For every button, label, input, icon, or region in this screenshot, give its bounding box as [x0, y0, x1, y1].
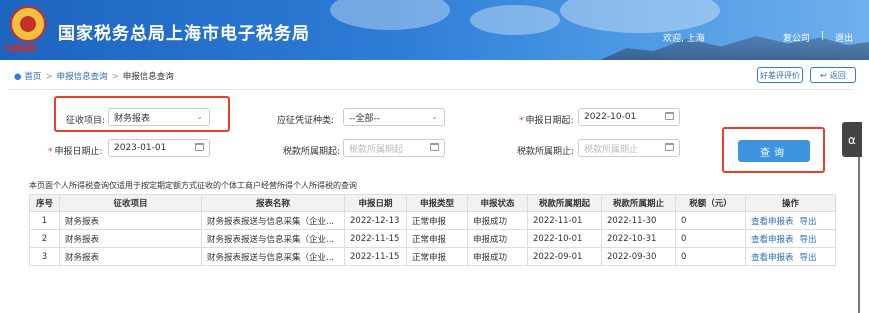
cell-item: 财务报表 [59, 229, 202, 248]
cell-report: 财务报表报送与信息采集（企业... [201, 229, 345, 248]
breadcrumb-declare-query[interactable]: 申报信息查询 [57, 72, 108, 82]
calendar-icon [195, 143, 204, 151]
rating-button[interactable]: 好差评评价 [757, 67, 803, 83]
col-header-period-end: 税款所属期止 [601, 194, 676, 212]
tax-period-end-input[interactable]: 税款所属期止 [578, 139, 680, 157]
declare-start-input[interactable]: 2022-10-01 [578, 108, 680, 126]
declare-start-value: 2022-10-01 [584, 112, 637, 122]
site-header: 中國稅務 国家税务总局上海市电子税务局 欢迎, 上海 复公司 | 退出 [0, 0, 869, 60]
col-header-type: 申报类型 [406, 194, 468, 212]
col-header-no: 序号 [29, 194, 60, 212]
view-report-link[interactable]: 查看申报表 [751, 217, 794, 227]
cell-report: 财务报表报送与信息采集（企业... [201, 211, 345, 230]
logout-link[interactable]: 退出 [835, 31, 853, 44]
declare-end-input[interactable]: 2023-01-01 [108, 139, 210, 157]
location-pin-icon: ● [14, 72, 22, 82]
tax-period-end-placeholder: 税款所属期止 [584, 144, 639, 155]
tax-period-end-label: 税款所属期止: [517, 147, 575, 157]
back-button[interactable]: ↩ 返回 [810, 67, 856, 83]
export-link[interactable]: 导出 [800, 217, 817, 227]
highlight-box-collect-item [54, 96, 230, 132]
tax-emblem-logo [10, 6, 46, 42]
great-wall-decoration [600, 36, 869, 60]
cell-actions: 查看申报表 导出 [745, 247, 836, 266]
back-arrow-icon: ↩ [820, 70, 827, 80]
cell-period-end: 2022-11-30 [601, 211, 676, 230]
voucher-type-label: 应征凭证种类: [277, 116, 335, 126]
company-link[interactable]: 复公司 [783, 31, 810, 44]
cell-item: 财务报表 [59, 247, 202, 266]
col-header-report: 报表名称 [201, 194, 345, 212]
cell-period-start: 2022-09-01 [527, 247, 602, 266]
tax-period-start-input[interactable]: 税款所属期起 [343, 139, 445, 157]
site-title: 国家税务总局上海市电子税务局 [58, 24, 310, 44]
query-note: 本页面个人所得税查询仅适用于按定期定额方式征收的个体工商户经营所得个人所得税的查… [29, 181, 357, 190]
back-button-label: 返回 [829, 70, 846, 80]
col-header-amount: 税额（元） [675, 194, 746, 212]
declare-start-label-text: 申报日期起: [525, 116, 574, 126]
breadcrumb-separator: > [45, 72, 53, 82]
cell-no: 3 [29, 247, 60, 266]
headset-icon[interactable]: ⍺ [842, 122, 862, 157]
cell-report: 财务报表报送与信息采集（企业... [201, 247, 345, 266]
cell-period-end: 2022-10-31 [601, 229, 676, 248]
table-row: 1 财务报表 财务报表报送与信息采集（企业... 2022-12-13 正常申报… [29, 211, 836, 230]
view-report-link[interactable]: 查看申报表 [751, 253, 794, 263]
highlight-box-query [722, 127, 825, 173]
cell-amount: 0 [675, 211, 746, 230]
cell-status: 申报成功 [467, 229, 528, 248]
export-link[interactable]: 导出 [800, 253, 817, 263]
breadcrumb-separator: > [111, 72, 119, 82]
right-edge-line [858, 157, 860, 313]
col-header-status: 申报状态 [467, 194, 528, 212]
voucher-type-value: --全部-- [349, 113, 380, 124]
declare-end-label: * 申报日期止: [48, 147, 103, 157]
declare-end-value: 2023-01-01 [114, 143, 167, 153]
cell-no: 2 [29, 229, 60, 248]
table-header-row: 序号 征收项目 报表名称 申报日期 申报类型 申报状态 税款所属期起 税款所属期… [29, 194, 836, 212]
breadcrumb-divider [8, 89, 853, 90]
logo-text: 中國稅務 [4, 43, 36, 53]
cell-type: 正常申报 [406, 229, 468, 248]
cell-status: 申报成功 [467, 247, 528, 266]
cell-type: 正常申报 [406, 247, 468, 266]
calendar-icon [665, 112, 674, 120]
declare-end-label-text: 申报日期止: [54, 147, 103, 157]
col-header-item: 征收项目 [59, 194, 202, 212]
cell-date: 2022-11-15 [344, 247, 407, 266]
breadcrumb: ● 首页 > 申报信息查询 > 申报信息查询 [14, 70, 174, 82]
cell-period-start: 2022-10-01 [527, 229, 602, 248]
cell-status: 申报成功 [467, 211, 528, 230]
col-header-period-start: 税款所属期起 [527, 194, 602, 212]
col-header-actions: 操作 [745, 194, 836, 212]
declare-start-label: * 申报日期起: [519, 116, 574, 126]
voucher-type-select[interactable]: --全部-- ⌄ [343, 108, 445, 126]
cell-actions: 查看申报表 导出 [745, 229, 836, 248]
cell-amount: 0 [675, 247, 746, 266]
cell-date: 2022-11-15 [344, 229, 407, 248]
breadcrumb-home[interactable]: 首页 [24, 72, 41, 82]
tax-period-start-label: 税款所属期起: [283, 147, 341, 157]
table-row: 2 财务报表 财务报表报送与信息采集（企业... 2022-11-15 正常申报… [29, 229, 836, 248]
table-row: 3 财务报表 财务报表报送与信息采集（企业... 2022-11-15 正常申报… [29, 247, 836, 266]
header-separator: | [821, 31, 825, 41]
export-link[interactable]: 导出 [800, 235, 817, 245]
view-report-link[interactable]: 查看申报表 [751, 235, 794, 245]
welcome-text: 欢迎, 上海 [663, 34, 705, 44]
tax-period-start-placeholder: 税款所属期起 [349, 144, 404, 155]
chevron-down-icon: ⌄ [431, 112, 438, 121]
cell-actions: 查看申报表 导出 [745, 211, 836, 230]
col-header-date: 申报日期 [344, 194, 407, 212]
breadcrumb-current: 申报信息查询 [122, 72, 174, 82]
cell-amount: 0 [675, 229, 746, 248]
cell-no: 1 [29, 211, 60, 230]
results-table: 序号 征收项目 报表名称 申报日期 申报类型 申报状态 税款所属期起 税款所属期… [29, 194, 836, 266]
cell-period-start: 2022-11-01 [527, 211, 602, 230]
cell-type: 正常申报 [406, 211, 468, 230]
cell-item: 财务报表 [59, 211, 202, 230]
calendar-icon [430, 143, 439, 151]
cell-date: 2022-12-13 [344, 211, 407, 230]
calendar-icon [665, 143, 674, 151]
cell-period-end: 2022-09-30 [601, 247, 676, 266]
